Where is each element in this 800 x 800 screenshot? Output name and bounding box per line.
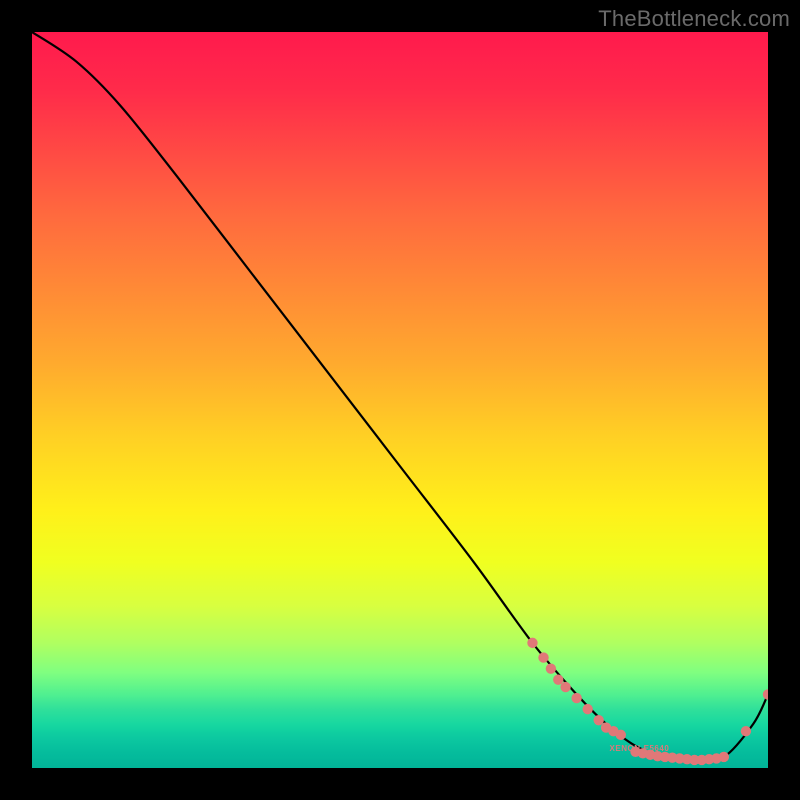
- plot-area: XENON-E5640: [32, 32, 768, 768]
- scatter-point: [763, 689, 768, 699]
- scatter-point: [527, 638, 537, 648]
- scatter-point: [538, 652, 548, 662]
- scatter-point: [560, 682, 570, 692]
- scatter-point: [582, 704, 592, 714]
- markers-svg: [32, 32, 768, 768]
- scatter-point: [616, 730, 626, 740]
- series-micro-label: XENON-E5640: [610, 744, 670, 753]
- chart-container: TheBottleneck.com XENON-E5640: [0, 0, 800, 800]
- scatter-point: [741, 726, 751, 736]
- scatter-point: [594, 715, 604, 725]
- scatter-point: [719, 752, 729, 762]
- watermark-text: TheBottleneck.com: [598, 6, 790, 32]
- scatter-point: [546, 663, 556, 673]
- scatter-point: [571, 693, 581, 703]
- scatter-point: [553, 674, 563, 684]
